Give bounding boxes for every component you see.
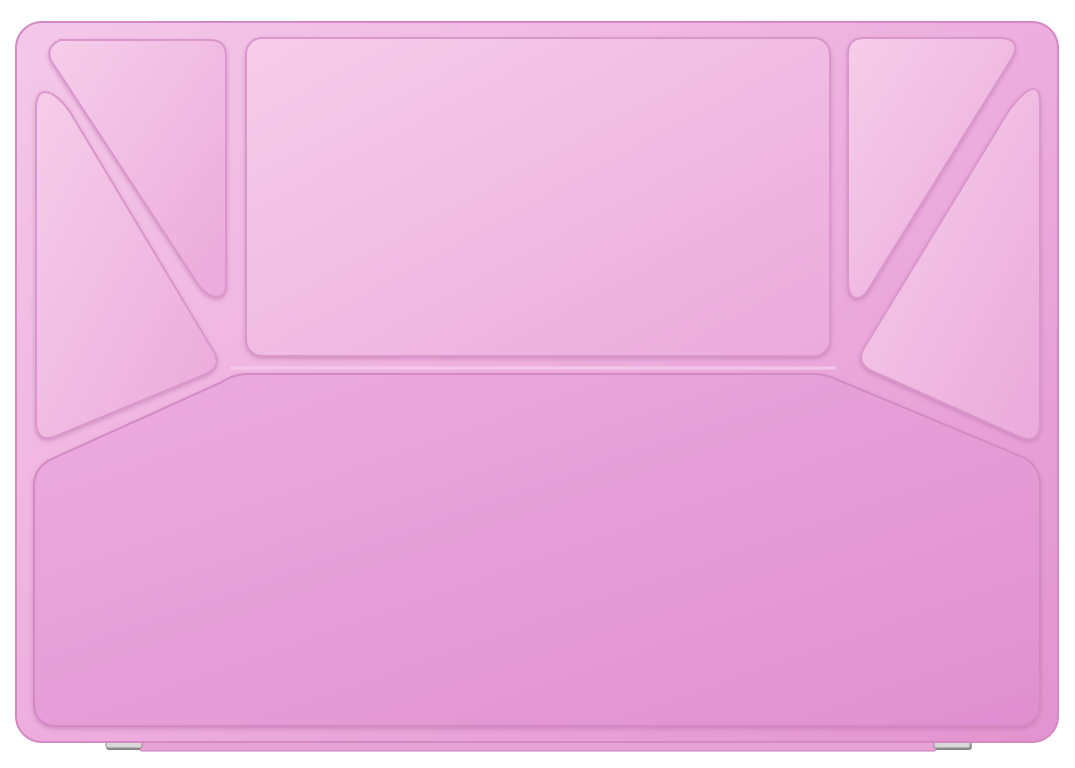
- panel-top-center-rectangle: [245, 37, 831, 357]
- product-photo: [0, 0, 1075, 768]
- tablet-folio-cover: [15, 21, 1059, 752]
- panel-bottom-large: [33, 373, 1041, 727]
